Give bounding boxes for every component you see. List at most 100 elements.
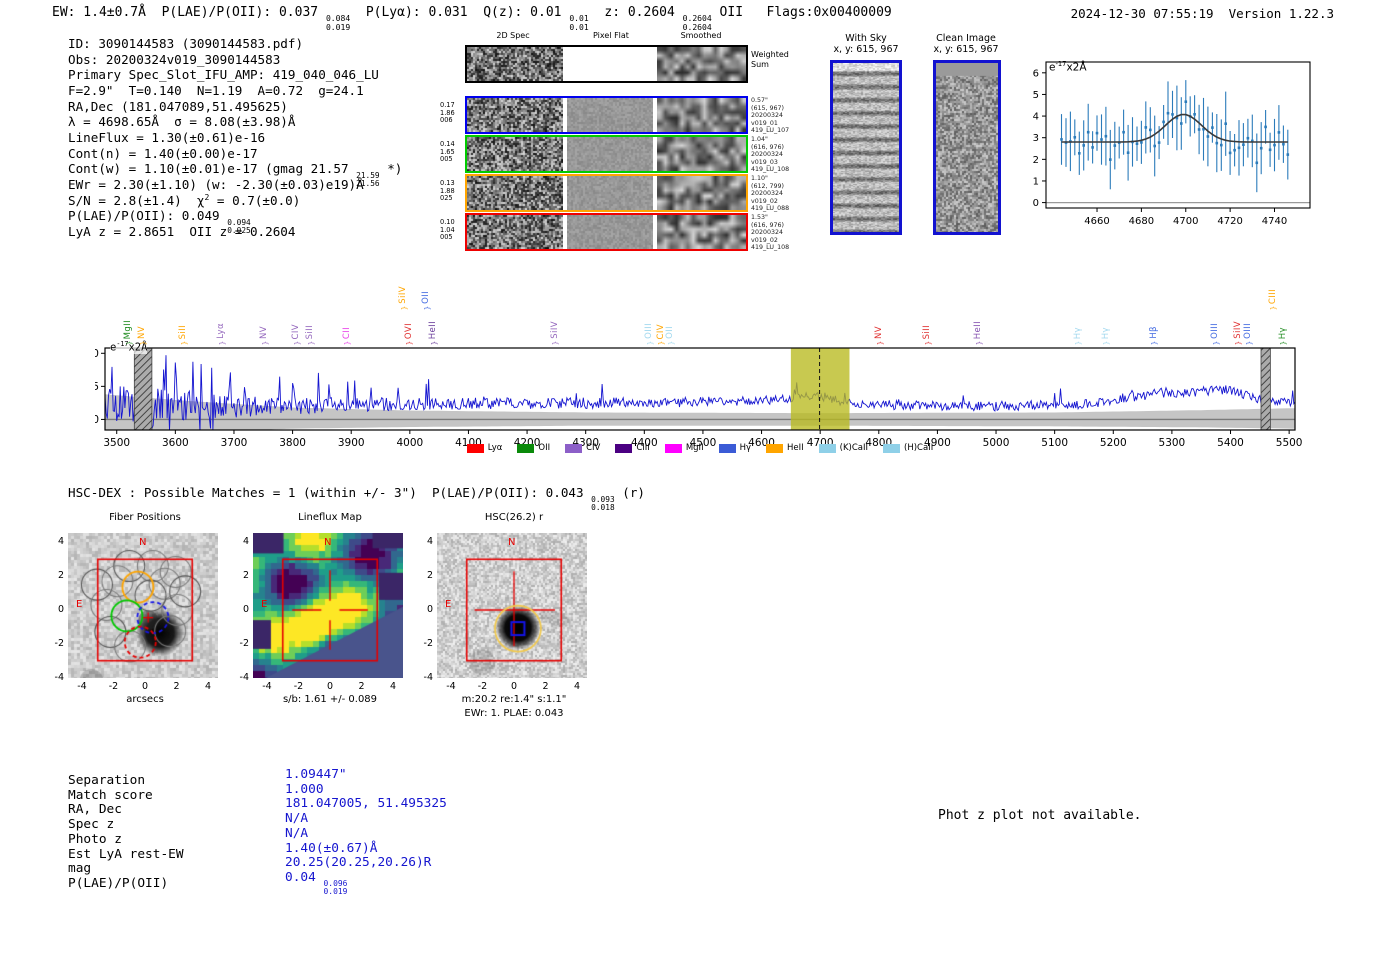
panel-y-tick: -2 xyxy=(54,637,64,649)
spectral-line-label: CIII{ xyxy=(1266,289,1280,312)
spec2d-row-right-label: 1.04" (616, 976) 20200324 v019_03 419_LU_108 xyxy=(751,136,789,174)
panel-y-tick: 0 xyxy=(57,604,64,615)
spectral-line-label: Hγ{ xyxy=(1071,327,1085,347)
line-label-brace: { xyxy=(1269,305,1278,311)
spec2d-right-line: 0.57" xyxy=(751,97,768,104)
spec2d-col-title: 2D Spec xyxy=(496,31,530,40)
spectral-line-label: SiIV{ xyxy=(548,321,562,347)
line-label-text: MgII xyxy=(122,319,133,339)
info-line: EWr = 2.30(±1.10) (w: -2.30(±0.03)e19)Å xyxy=(68,176,364,192)
cutout-title-line: x, y: 615, 967 xyxy=(933,44,999,55)
line-label-text: OIII xyxy=(1210,323,1221,339)
spec2d-pixelflat-image xyxy=(567,47,653,81)
line-label-brace: { xyxy=(667,340,676,346)
spec2d-right-line: 20200324 xyxy=(751,229,784,237)
spec2d-2d-image xyxy=(467,98,563,132)
svg-text:6: 6 xyxy=(1033,68,1039,79)
spec2d-col-title: Smoothed xyxy=(680,31,722,40)
svg-text:4660: 4660 xyxy=(1084,216,1109,227)
match-table-value: 1.40(±0.67)Å xyxy=(285,840,378,856)
legend-swatch xyxy=(615,443,633,453)
spectral-line-label: NV{ xyxy=(257,326,271,347)
panel-y-tick: 2 xyxy=(57,570,64,582)
spectral-line-label: SiII{ xyxy=(303,325,317,347)
compass-north-label: N xyxy=(324,537,332,548)
spec2d-row-left-label: 0.14 1.65 005 xyxy=(440,140,462,164)
line-label-brace: { xyxy=(1212,340,1221,346)
panel-image-lineflux-map xyxy=(253,533,403,678)
spec2d-smoothed-image xyxy=(657,98,746,132)
match-table-value: 181.047005, 51.495325 xyxy=(285,796,447,812)
line-label-brace: { xyxy=(293,340,302,346)
header-summary: EW: 1.4±0.7Å P(LAE)/P(OII): 0.037 0.084 0… xyxy=(52,5,892,32)
line-label-brace: { xyxy=(180,340,188,346)
legend-label: CIII xyxy=(636,443,650,453)
line-label-brace: { xyxy=(261,340,270,346)
legend-label: Lyα xyxy=(487,443,503,453)
info-line: Obs: 20200324v019_3090144583 xyxy=(68,51,281,67)
spec2d-right-line: (616, 976) xyxy=(751,143,784,151)
line-label-text: SiII xyxy=(178,324,188,339)
line-label-text: CII xyxy=(341,326,352,339)
panel-x-tick: 2 xyxy=(542,681,549,692)
spectral-line-label: SiIV{ xyxy=(396,286,410,312)
superscript: -17 xyxy=(1055,60,1067,68)
line-label-brace: { xyxy=(1279,340,1288,346)
spec2d-right-line: Sum xyxy=(751,59,769,69)
with-sky-image xyxy=(833,63,899,232)
svg-text:5: 5 xyxy=(1033,90,1039,101)
match-table-value: N/A xyxy=(285,825,309,841)
panel-y-tick: 2 xyxy=(242,570,249,582)
line-label-text: HeII xyxy=(973,320,984,339)
spec2d-right-line: 419_LU_107 xyxy=(751,127,790,135)
legend-label: MgII xyxy=(685,443,704,453)
spectral-line-label: OIII{ xyxy=(1208,323,1222,347)
info-line: ID: 3090144583 (3090144583.pdf) xyxy=(68,36,304,51)
spec2d-left-line: 006 xyxy=(440,116,453,125)
spec2d-2d-image xyxy=(467,47,563,81)
cutout-title-line: Clean Image xyxy=(936,33,996,44)
sup-sub-stack: 0.01 0.01 xyxy=(569,14,589,32)
match-table-label: P(LAE)/P(OII) xyxy=(68,875,169,891)
header-timestamp-version: 2024-12-30 07:55:19 Version 1.22.3 xyxy=(1071,6,1334,21)
info-line: LineFlux = 1.30(±0.61)e-16 xyxy=(68,129,266,145)
legend-label: (K)CaII xyxy=(839,443,869,453)
sup-sub-stack: 0.084 0.019 xyxy=(325,14,351,32)
inset-unit-label: e-17x2Å xyxy=(1049,60,1087,74)
emission-line-fit-chart: 4660 4680 4700 4720 4740 0 1 2 3 4 5 6 xyxy=(1030,55,1360,230)
line-label-brace: { xyxy=(307,340,316,346)
line-label-text: SiIV xyxy=(549,321,560,339)
svg-text:4680: 4680 xyxy=(1129,216,1154,227)
spectral-line-label: OVI{ xyxy=(402,323,416,347)
spectral-line-label: CII{ xyxy=(340,327,354,347)
spectral-line-label: OII{ xyxy=(663,326,677,347)
spec2d-right-line: v019_02 xyxy=(751,197,778,205)
panel-x-tick: 2 xyxy=(358,681,365,692)
spec2d-right-line: 419_LU_108 xyxy=(751,166,790,174)
line-label-brace: { xyxy=(1245,340,1254,346)
spec2d-right-line: 1.04" xyxy=(751,136,768,143)
spec2d-right-line: v019_03 xyxy=(751,158,778,166)
panel-y-tick: 4 xyxy=(426,536,433,548)
info-line: λ = 4698.65Å σ = 8.08(±3.98)Å xyxy=(68,114,296,130)
line-label-text: CIII xyxy=(1267,288,1278,304)
spec2d-right-line: Weighted xyxy=(751,50,789,59)
spec2d-right-line: 419_LU_088 xyxy=(751,205,790,213)
svg-text:0: 0 xyxy=(1033,198,1039,209)
legend-item: (K)CaII xyxy=(818,443,869,453)
spec2d-right-line: 419_LU_108 xyxy=(751,244,790,252)
spec2d-col-title: Pixel Flat xyxy=(593,31,629,40)
line-label-text: OII xyxy=(665,326,676,339)
legend-label: (H)CaII xyxy=(904,443,934,453)
panel-x-tick: 4 xyxy=(204,681,212,692)
legend-label: OII xyxy=(538,443,551,453)
svg-text:0: 0 xyxy=(95,414,99,426)
spectral-line-label: SiII{ xyxy=(176,325,190,347)
svg-text:4740: 4740 xyxy=(1262,216,1287,227)
spec2d-right-line: (615, 967) xyxy=(751,104,784,112)
timestamp: 2024-12-30 07:55:19 xyxy=(1070,6,1214,21)
panel-y-tick: 2 xyxy=(426,570,433,582)
spectral-line-label: Hβ{ xyxy=(1147,326,1161,347)
spectral-line-label: SiII{ xyxy=(920,325,934,347)
line-label-brace: { xyxy=(124,340,133,346)
